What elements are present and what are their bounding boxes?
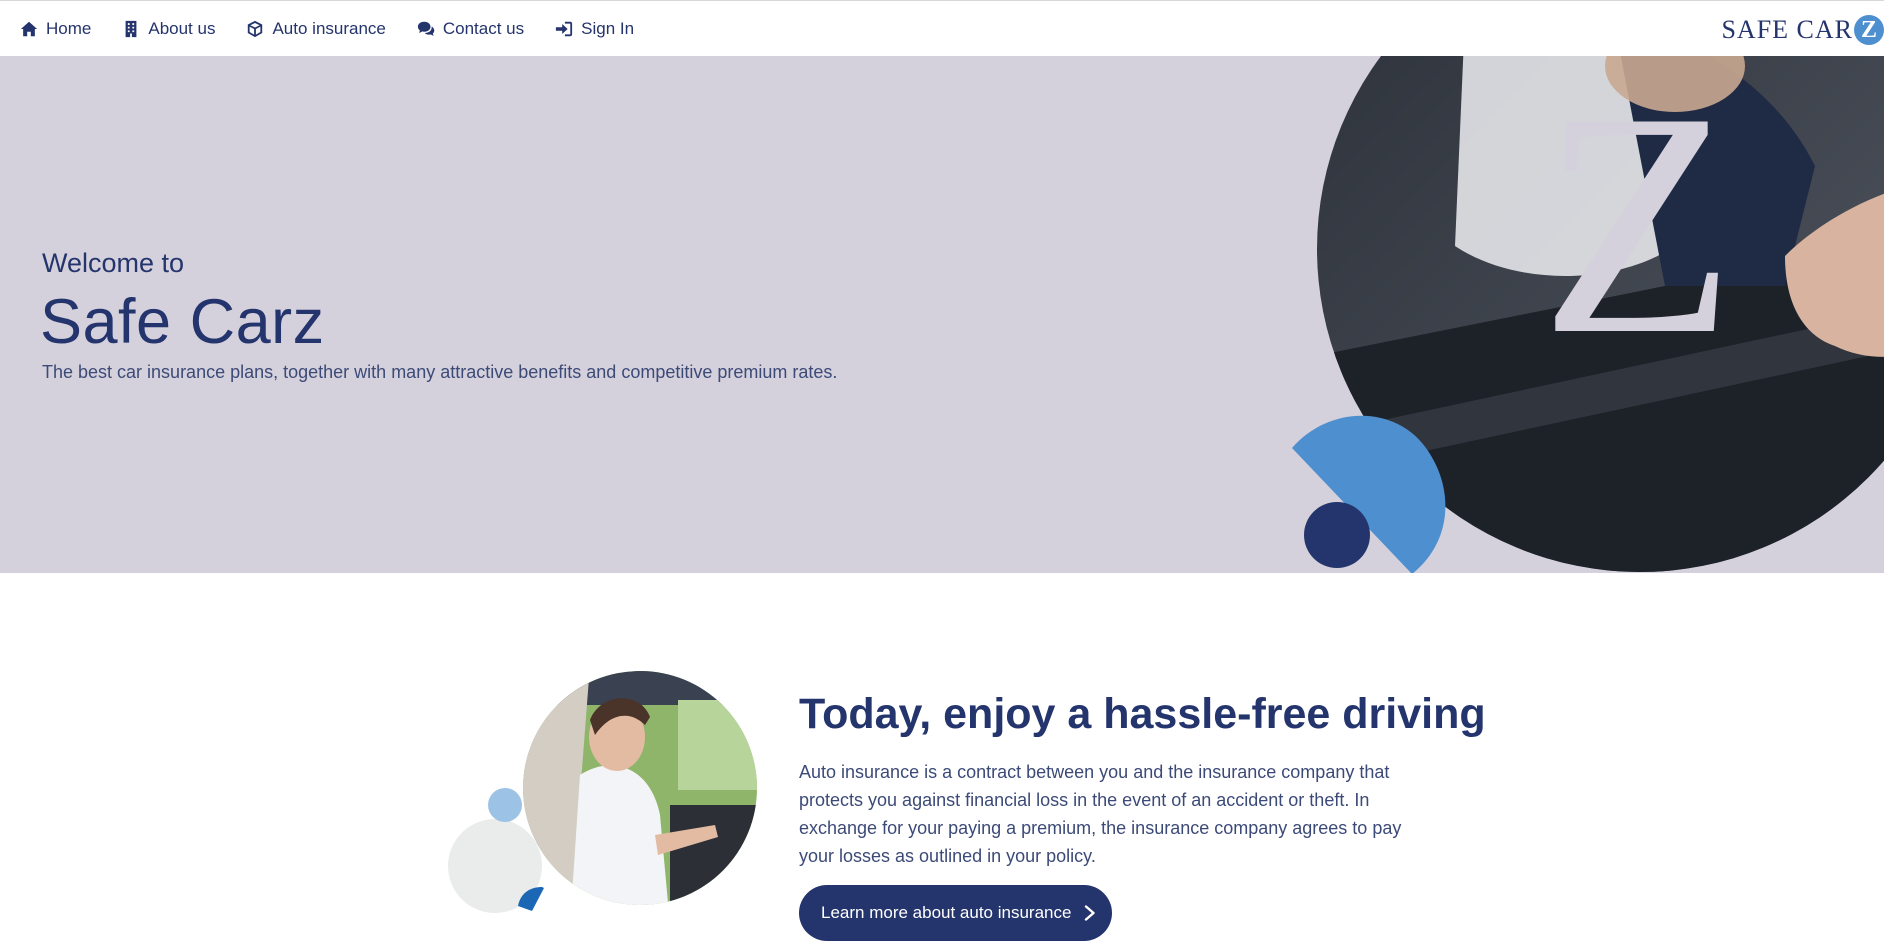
nav-item-contact[interactable]: Contact us (417, 19, 524, 39)
svg-text:Z: Z (1540, 56, 1735, 401)
nav-label-home: Home (46, 19, 92, 38)
home-icon (20, 21, 38, 37)
nav-item-home[interactable]: Home (20, 19, 91, 39)
sign-in-icon (556, 21, 573, 37)
nav-label-about: About us (148, 19, 216, 38)
learn-more-button[interactable]: Learn more about auto insurance (799, 885, 1112, 941)
comments-icon (417, 21, 435, 36)
brand-logo[interactable]: SAFE CAR Z (1721, 13, 1884, 47)
section-body: Auto insurance is a contract between you… (799, 762, 1402, 866)
nav-label-auto-insurance: Auto insurance (272, 19, 386, 38)
nav-item-about[interactable]: About us (122, 19, 215, 39)
hero-title: Safe Carz (40, 287, 325, 357)
cube-icon (248, 20, 263, 38)
nav-label-contact: Contact us (442, 19, 525, 38)
nav-item-sign-in[interactable]: Sign In (555, 19, 634, 39)
main-nav: Home About us Auto insurance Contact us … (20, 1, 665, 57)
hero-subtitle: The best car insurance plans, together w… (42, 362, 838, 382)
building-icon (125, 20, 137, 38)
top-navigation-bar: Home About us Auto insurance Contact us … (0, 0, 1884, 56)
chevron-right-icon (1085, 905, 1096, 921)
section-title: Today, enjoy a hassle-free driving (799, 690, 1486, 738)
logo-badge: Z (1854, 15, 1884, 45)
hero-banner: Welcome to Safe Carz The best car insura… (0, 56, 1884, 573)
nav-item-auto-insurance[interactable]: Auto insurance (246, 19, 386, 39)
learn-more-label: Learn more about auto insurance (821, 903, 1072, 922)
decorative-navy-dot (1304, 502, 1370, 568)
logo-text: SAFE CAR (1721, 15, 1853, 44)
hero-welcome-text: Welcome to (42, 248, 185, 278)
driver-photo-circle (448, 671, 757, 913)
nav-label-sign-in: Sign In (581, 19, 635, 38)
